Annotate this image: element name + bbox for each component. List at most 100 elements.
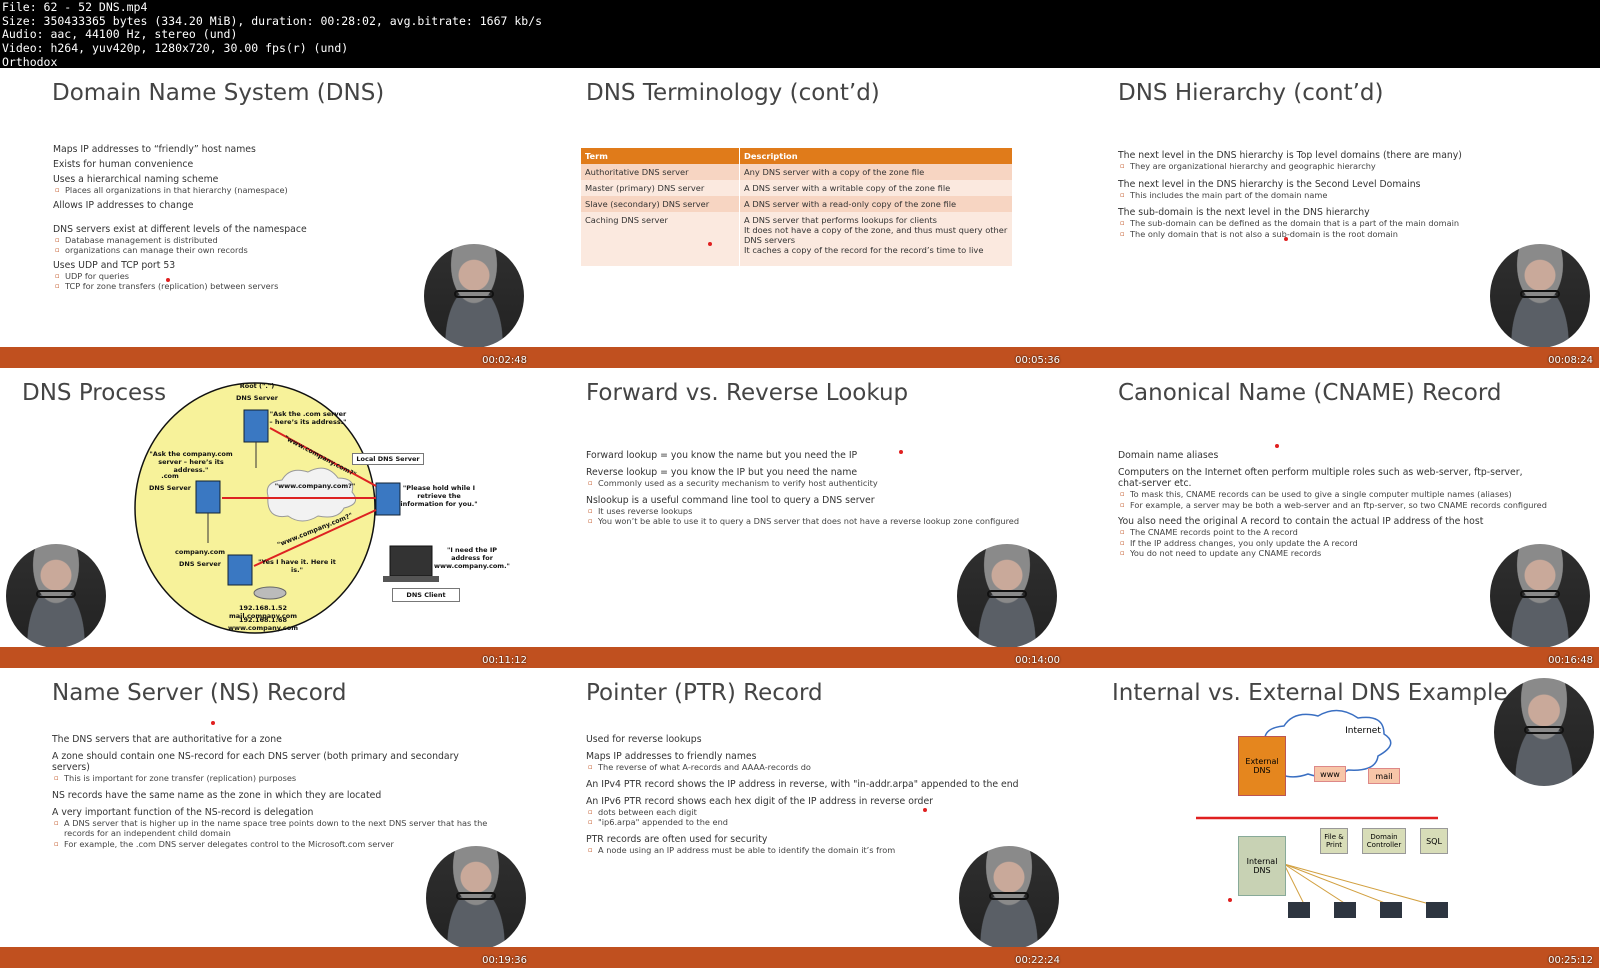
table-row: Master (primary) DNS server A DNS server … (581, 180, 1013, 196)
sub-bullet: Database management is distributed (53, 235, 333, 246)
sub-bullet: Commonly used as a security mechanism to… (586, 478, 1048, 489)
company-server-icon (227, 554, 253, 586)
slide-bullets: The next level in the DNS hierarchy is T… (1118, 150, 1539, 239)
company-label: company.com (175, 548, 225, 556)
thumbnail-ptr-record[interactable]: Pointer (PTR) Record Used for reverse lo… (533, 668, 1066, 968)
bullet: Exists for human convenience (53, 159, 194, 170)
thumbnail-grid: Domain Name System (DNS) Maps IP address… (0, 68, 1600, 968)
record-line-2: 192.168.1.68 www.company.com (227, 616, 299, 632)
com-server-icon (195, 480, 221, 514)
bullet: An IPv6 PTR record shows each hex digit … (586, 795, 933, 807)
sub-bullet: You won’t be able to use it to query a D… (586, 516, 1048, 527)
computer-icon (1288, 902, 1310, 918)
accent-bar (533, 647, 1066, 668)
laser-pointer-dot (899, 450, 903, 454)
timestamp: 00:11:12 (482, 655, 527, 666)
table-header: Term (581, 148, 740, 164)
computer-icon (1426, 902, 1448, 918)
table-cell: Slave (secondary) DNS server (581, 196, 740, 212)
thumbnail-dns-process[interactable]: DNS Process Root (".") DNS Server "Ask t… (0, 368, 533, 668)
bullet: Uses UDP and TCP port 53 (53, 259, 176, 271)
bullet: Maps IP addresses to friendly names (586, 751, 757, 762)
timestamp: 00:02:48 (482, 355, 527, 366)
domain-controller-box: Domain Controller (1362, 828, 1406, 854)
accent-bar (0, 947, 533, 968)
table-cell: Authoritative DNS server (581, 164, 740, 180)
sub-bullet: To mask this, CNAME records can be used … (1118, 489, 1549, 500)
sub-bullet: A DNS server that is higher up in the na… (52, 818, 488, 839)
sub-bullet: The CNAME records point to the A record (1118, 527, 1549, 538)
accent-bar (1066, 647, 1599, 668)
www-box: www (1314, 766, 1346, 782)
bullet: Nslookup is a useful command line tool t… (586, 494, 875, 506)
timestamp: 00:25:12 (1548, 955, 1593, 966)
thumbnail-dns-intro[interactable]: Domain Name System (DNS) Maps IP address… (0, 68, 533, 368)
company-server-label: DNS Server (179, 560, 221, 568)
bullet: The next level in the DNS hierarchy is T… (1118, 150, 1462, 161)
sub-bullet: UDP for queries (53, 271, 333, 282)
bullet: A very important function of the NS-reco… (52, 806, 314, 818)
presenter-avatar (957, 544, 1057, 648)
table-cell: A DNS server with a writable copy of the… (739, 180, 1013, 196)
bullet: The next level in the DNS hierarchy is t… (1118, 178, 1421, 190)
yes-label: "Yes I have it. Here it is." (258, 558, 336, 574)
thumbnail-internal-external[interactable]: Internal vs. External DNS Example Intern… (1066, 668, 1599, 968)
sub-bullet: The reverse of what A-records and AAAA-r… (586, 762, 1026, 773)
bullet: The sub-domain is the next level in the … (1118, 207, 1370, 218)
link-line (1283, 863, 1445, 909)
slide-title: Pointer (PTR) Record (586, 680, 823, 706)
hold-label: "Please hold while I retrieve the inform… (400, 484, 478, 508)
sub-bullet: dots between each digit (586, 807, 1026, 818)
slide-title: DNS Terminology (cont’d) (586, 80, 880, 106)
bullet: An IPv4 PTR record shows the IP address … (586, 778, 1019, 790)
timestamp: 00:22:24 (1015, 955, 1060, 966)
timestamp: 00:19:36 (482, 955, 527, 966)
bullet: A zone should contain one NS-record for … (52, 751, 459, 773)
sub-bullet: Places all organizations in that hierarc… (53, 185, 333, 196)
slide-bullets: Maps IP addresses to “friendly” host nam… (53, 144, 333, 292)
bullet: Domain name aliases (1118, 450, 1219, 461)
local-server-label: Local DNS Server (352, 453, 424, 465)
thumbnail-ns-record[interactable]: Name Server (NS) Record The DNS servers … (0, 668, 533, 968)
ask-com-label: "Ask the .com server – here’s its addres… (269, 410, 347, 426)
slide-title: Canonical Name (CNAME) Record (1118, 380, 1502, 406)
need-ip-label: "I need the IP address for www.company.c… (434, 546, 510, 570)
laser-pointer-dot (923, 808, 927, 812)
mail-box: mail (1368, 768, 1400, 784)
presenter-avatar (1490, 244, 1590, 348)
sub-bullet: It uses reverse lookups (586, 506, 1048, 517)
bullet: The DNS servers that are authoritative f… (52, 734, 282, 745)
thumbnail-dns-terminology[interactable]: DNS Terminology (cont’d) Term Descriptio… (533, 68, 1066, 368)
timestamp: 00:05:36 (1015, 355, 1060, 366)
laser-pointer-dot (1275, 444, 1279, 448)
bullet: You also need the original A record to c… (1118, 516, 1484, 527)
bullet: PTR records are often used for security (586, 833, 768, 845)
ask-company-label: "Ask the company.com server – here’s its… (149, 450, 233, 474)
sub-bullet: "ip6.arpa" appended to the end (586, 817, 1026, 828)
sql-box: SQL (1420, 828, 1448, 854)
thumbnail-dns-hierarchy[interactable]: DNS Hierarchy (cont’d) The next level in… (1066, 68, 1599, 368)
com-label: .com (161, 472, 179, 480)
presenter-avatar (1494, 678, 1594, 786)
laser-pointer-dot (1284, 237, 1288, 241)
bullet: Forward lookup = you know the name but y… (586, 450, 858, 461)
thumbnail-forward-reverse[interactable]: Forward vs. Reverse Lookup Forward looku… (533, 368, 1066, 668)
table-cell: A DNS server with a read-only copy of th… (739, 196, 1013, 212)
presenter-avatar (6, 544, 106, 648)
bullet: Uses a hierarchical naming scheme (53, 174, 219, 185)
presenter-avatar (424, 244, 524, 348)
timestamp: 00:16:48 (1548, 655, 1593, 666)
timestamp: 00:08:24 (1548, 355, 1593, 366)
bullet: Allows IP addresses to change (53, 199, 194, 211)
slide-bullets: The DNS servers that are authoritative f… (52, 734, 488, 849)
thumbnail-cname-record[interactable]: Canonical Name (CNAME) Record Domain nam… (1066, 368, 1599, 668)
bullet: Used for reverse lookups (586, 734, 702, 745)
laser-pointer-dot (708, 242, 712, 246)
sub-bullet: The only domain that is not also a sub-d… (1118, 229, 1539, 240)
slide-bullets: Forward lookup = you know the name but y… (586, 450, 1048, 527)
laptop-base-icon (383, 576, 439, 582)
root-label: Root (".") (239, 382, 275, 390)
table-cell: A DNS server that performs lookups for c… (739, 212, 1013, 266)
computer-icon (1334, 902, 1356, 918)
sub-bullet: organizations can manage their own recor… (53, 245, 333, 256)
